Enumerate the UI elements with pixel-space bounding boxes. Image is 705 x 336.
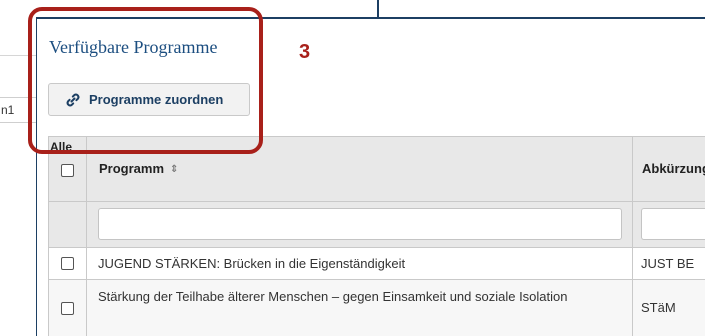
row-checkbox[interactable] [61,257,74,270]
select-all-checkbox[interactable] [61,164,74,177]
row-checkbox[interactable] [61,302,74,315]
program-abbreviation: STäM [641,300,676,315]
row-select-cell [49,248,87,279]
programs-table: Alle Programm ⇕ Abkürzung JUGEND STÄRKEN… [48,136,705,336]
assign-programs-label: Programme zuordnen [89,92,224,107]
table-row[interactable]: JUGEND STÄRKEN: Brücken in die Eigenstän… [49,248,705,280]
table-filter-row [49,202,705,248]
assign-programs-button[interactable]: Programme zuordnen [48,83,250,116]
program-filter-input[interactable] [98,208,622,240]
row-abbreviation-cell: STäM [633,280,705,336]
filter-program-cell [87,202,633,247]
filter-empty-cell [49,202,87,247]
program-name: JUGEND STÄRKEN: Brücken in die Eigenstän… [98,256,406,271]
background-divider [0,55,38,56]
program-abbreviation: JUST BE [641,256,695,271]
link-icon [64,91,82,109]
header-program-cell[interactable]: Programm ⇕ [87,137,633,201]
background-field-text: n1 [1,103,15,117]
panel-title: Verfügbare Programme [49,37,218,57]
available-programs-panel: Verfügbare Programme Programme zuordnen … [36,17,705,336]
table-row[interactable]: Stärkung der Teilhabe älterer Menschen –… [49,280,705,336]
program-name: Stärkung der Teilhabe älterer Menschen –… [98,289,568,304]
row-abbreviation-cell: JUST BE [633,248,705,279]
select-all-label: Alle [50,140,73,154]
sort-icon[interactable]: ⇕ [170,164,178,175]
abbreviation-column-header: Abkürzung [642,161,705,176]
header-abbreviation-cell[interactable]: Abkürzung [633,137,705,201]
annotation-step-number: 3 [299,41,311,63]
row-program-cell: JUGEND STÄRKEN: Brücken in die Eigenstän… [87,248,633,279]
header-select-all-cell: Alle [49,137,87,201]
filter-abbreviation-cell [633,202,705,247]
row-select-cell [49,280,87,336]
abbreviation-filter-input[interactable] [641,208,705,240]
row-program-cell: Stärkung der Teilhabe älterer Menschen –… [87,280,633,336]
program-column-header[interactable]: Programm ⇕ [99,161,178,176]
program-header-label: Programm [99,161,165,176]
table-header-row: Alle Programm ⇕ Abkürzung [49,137,705,202]
top-divider [377,0,379,17]
